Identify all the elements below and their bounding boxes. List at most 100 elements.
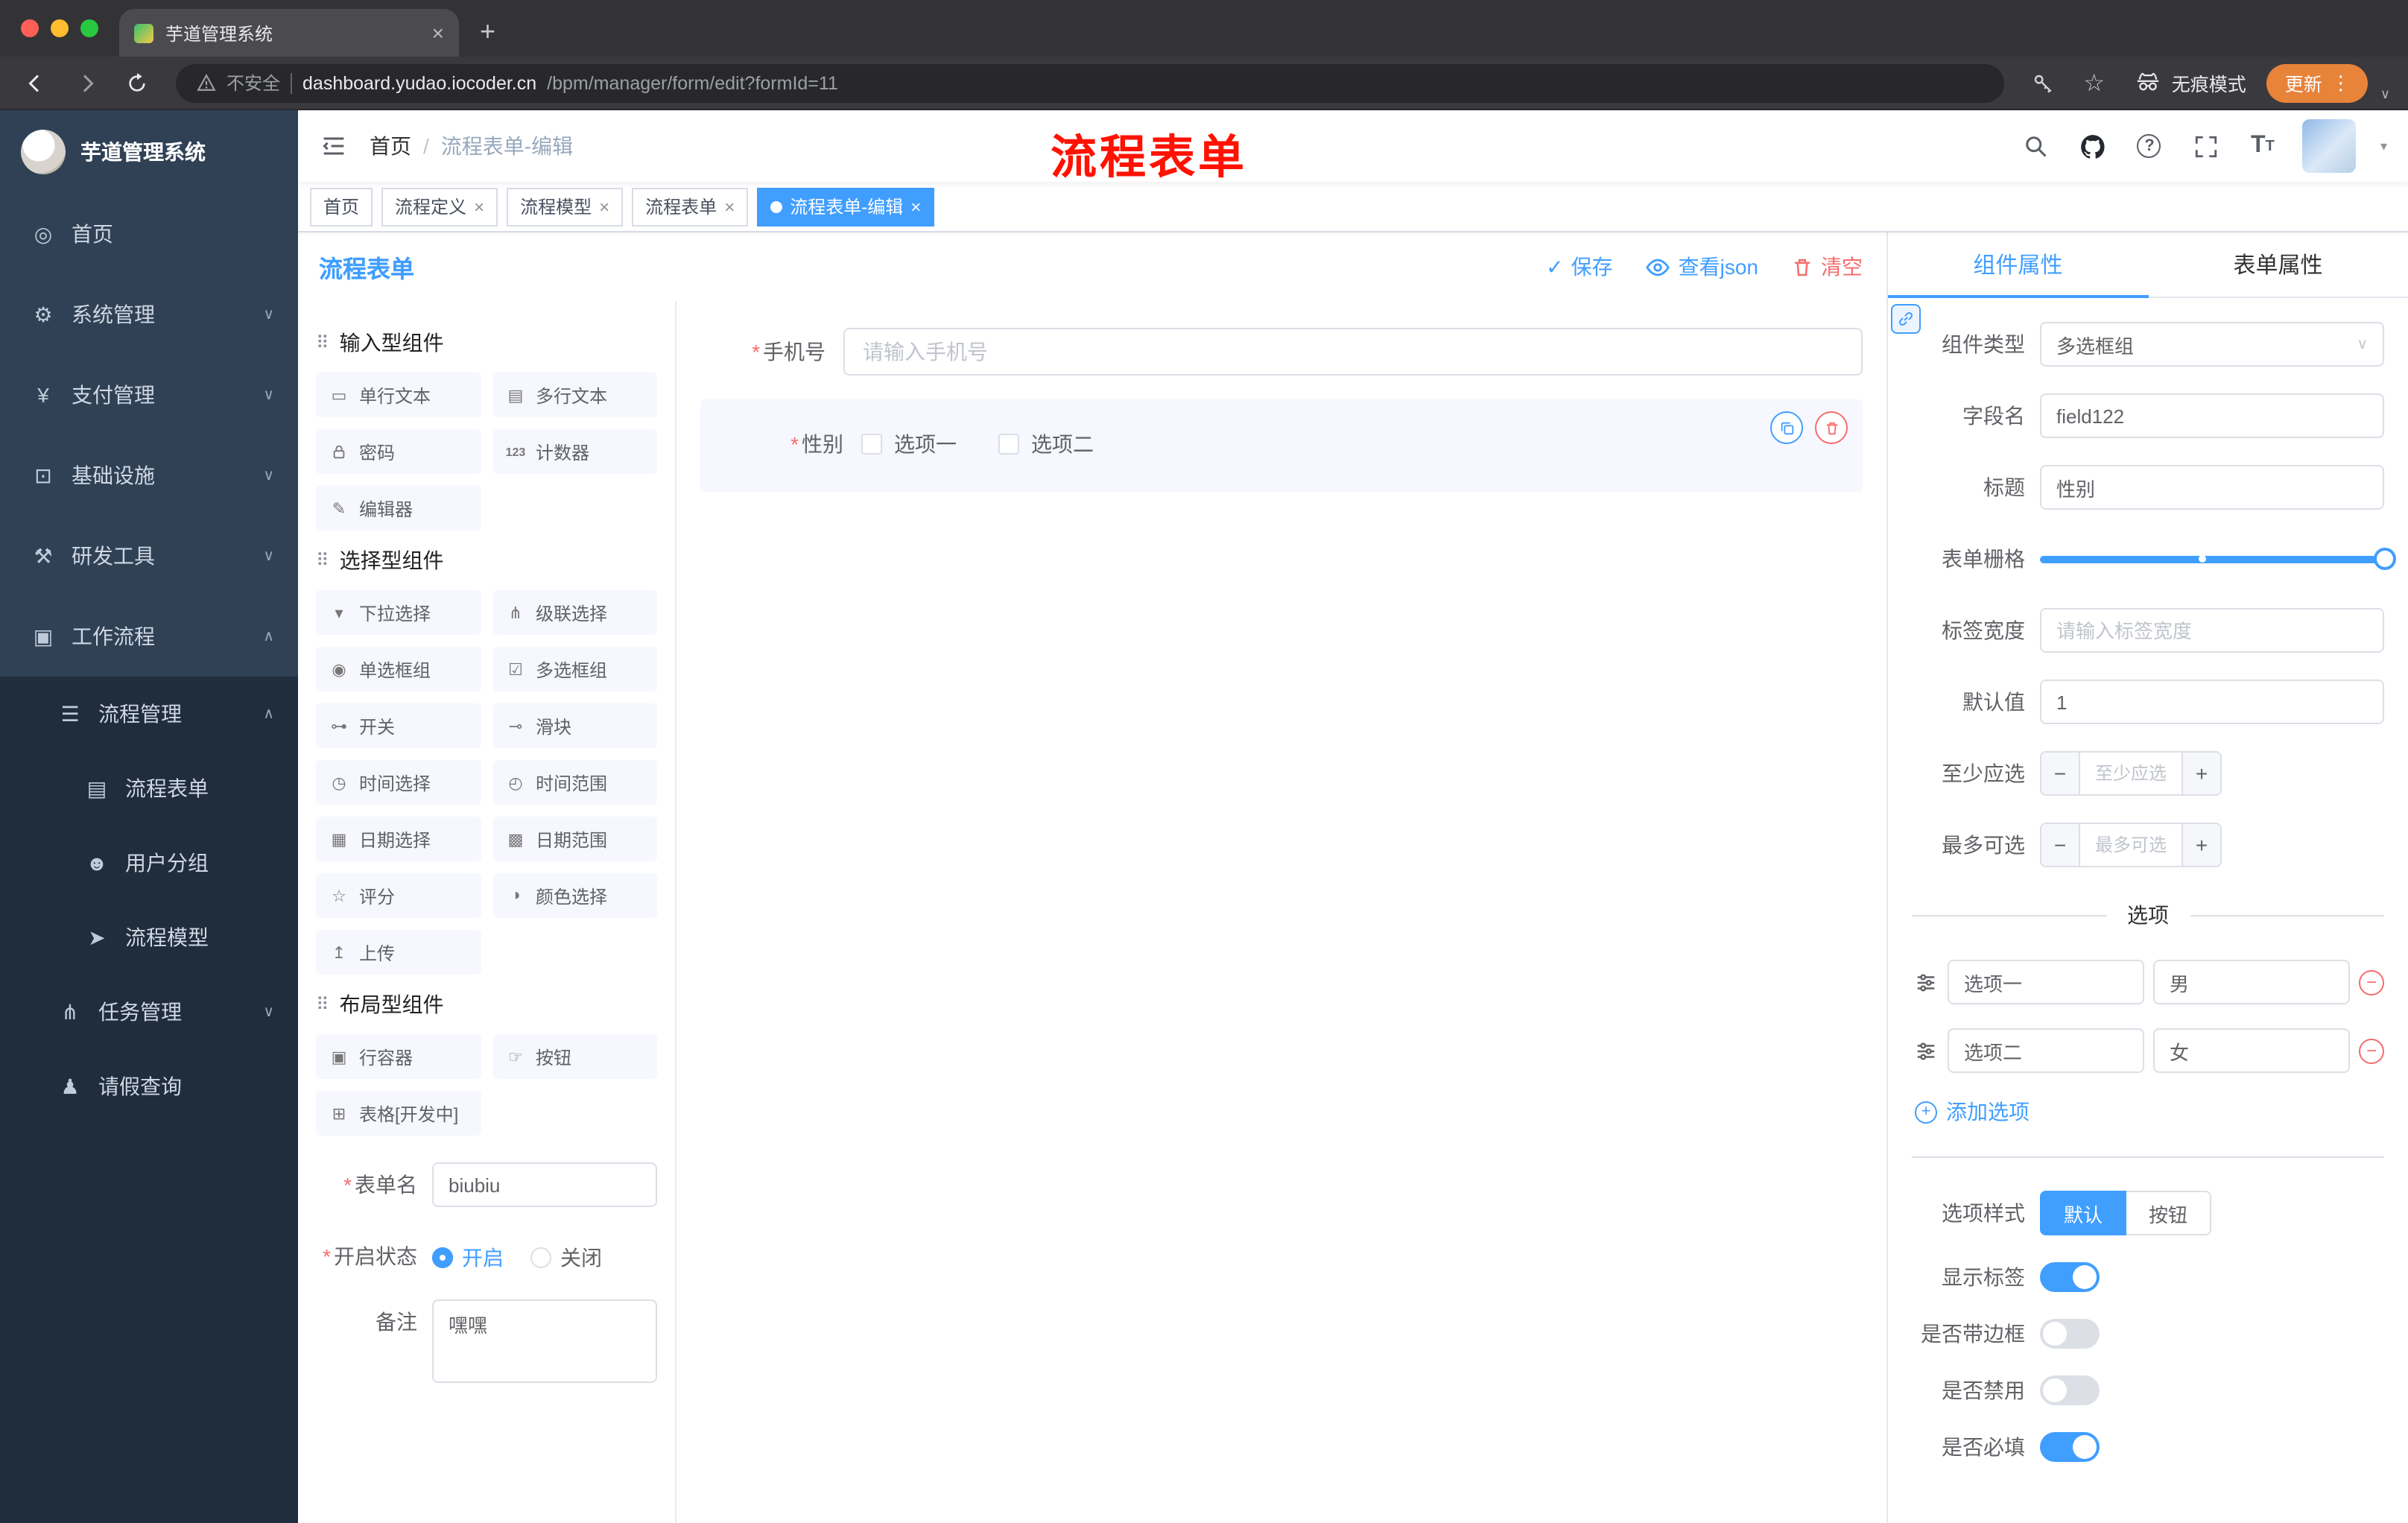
option-label-input[interactable] [1948, 960, 2144, 1004]
tag-close-icon[interactable]: × [474, 196, 484, 217]
tab-component-props[interactable]: 组件属性 [1888, 232, 2148, 298]
component-item-checkbox-group[interactable]: ☑ 多选框组 [492, 647, 657, 691]
breadcrumb-home[interactable]: 首页 [370, 131, 411, 161]
window-zoom-button[interactable] [80, 19, 98, 37]
tab-form-props[interactable]: 表单属性 [2148, 232, 2408, 297]
component-item-table[interactable]: ⊞ 表格[开发中] [316, 1091, 481, 1136]
sidebar-logo[interactable]: 芋道管理系统 [0, 110, 298, 194]
component-item-color-picker[interactable]: ◑ 颜色选择 [492, 873, 657, 918]
max-select-input[interactable] [2080, 824, 2182, 866]
sidebar-item-leave-query[interactable]: ♟ 请假查询 [0, 1049, 298, 1124]
github-icon[interactable] [2076, 130, 2109, 162]
drag-handle-icon[interactable] [1912, 1039, 1939, 1062]
sidebar-item-task-management[interactable]: ⋔ 任务管理 ∨ [0, 975, 298, 1049]
component-item-date-picker[interactable]: ▦ 日期选择 [316, 817, 481, 861]
avatar[interactable] [2302, 119, 2357, 173]
reload-button[interactable] [116, 62, 158, 104]
tag-process-model[interactable]: 流程模型 × [507, 187, 624, 226]
delete-field-button[interactable] [1815, 411, 1848, 444]
component-item-rate[interactable]: ☆ 评分 [316, 873, 481, 918]
address-bar[interactable]: 不安全 dashboard.yudao.iocoder.cn/bpm/manag… [176, 63, 2005, 102]
tab-close-icon[interactable]: × [432, 21, 444, 45]
increase-button[interactable]: + [2182, 824, 2220, 866]
sidebar-item-system-management[interactable]: ⚙ 系统管理 ∨ [0, 274, 298, 355]
component-item-single-line-text[interactable]: ▭ 单行文本 [316, 373, 481, 417]
window-close-button[interactable] [21, 19, 39, 37]
sidebar-item-process-form[interactable]: ▤ 流程表单 [0, 751, 298, 826]
component-type-select[interactable]: 多选框组 ∨ [2040, 322, 2384, 367]
component-item-multi-line-text[interactable]: ▤ 多行文本 [492, 373, 657, 417]
style-button-button[interactable]: 按钮 [2126, 1191, 2212, 1235]
remove-option-button[interactable]: − [2359, 1038, 2384, 1063]
sidebar-item-user-group[interactable]: ☻ 用户分组 [0, 826, 298, 900]
component-item-switch[interactable]: ⊶ 开关 [316, 703, 481, 748]
component-item-button[interactable]: ☞ 按钮 [492, 1034, 657, 1079]
decrease-button[interactable]: − [2041, 824, 2080, 866]
slider-handle[interactable] [2374, 548, 2396, 570]
view-json-button[interactable]: 查看json [1646, 252, 1758, 282]
copy-field-button[interactable] [1770, 411, 1803, 444]
tag-process-form[interactable]: 流程表单 × [632, 187, 749, 226]
component-item-date-range[interactable]: ▩ 日期范围 [492, 817, 657, 861]
default-value-input[interactable] [2040, 680, 2384, 724]
fullscreen-icon[interactable] [2190, 130, 2222, 162]
tag-close-icon[interactable]: × [910, 196, 921, 217]
remove-option-button[interactable]: − [2359, 969, 2384, 995]
font-size-icon[interactable]: TT [2246, 130, 2279, 162]
canvas-field-gender-selected[interactable]: * 性别 选项一 选项二 [700, 399, 1863, 492]
add-option-button[interactable]: + 添加选项 [1915, 1097, 2384, 1127]
disabled-toggle[interactable] [2040, 1375, 2100, 1405]
sidebar-item-infrastructure[interactable]: ⊡ 基础设施 ∨ [0, 435, 298, 516]
show-label-toggle[interactable] [2040, 1262, 2100, 1292]
tag-process-form-edit[interactable]: 流程表单-编辑 × [757, 187, 935, 226]
field-name-input[interactable] [2040, 393, 2384, 438]
component-item-time-range[interactable]: ◴ 时间范围 [492, 760, 657, 805]
label-width-input[interactable] [2040, 608, 2384, 653]
slider-track[interactable] [2040, 548, 2396, 570]
status-on-radio[interactable]: 开启 [432, 1243, 504, 1273]
decrease-button[interactable]: − [2041, 753, 2080, 794]
bookmark-star-icon[interactable]: ☆ [2073, 62, 2115, 104]
sidebar-item-payment-management[interactable]: ¥ 支付管理 ∨ [0, 355, 298, 435]
tag-close-icon[interactable]: × [724, 196, 735, 217]
gender-option1-checkbox[interactable]: 选项一 [861, 429, 957, 459]
border-toggle[interactable] [2040, 1319, 2100, 1349]
sidebar-toggle-button[interactable] [298, 131, 370, 161]
option-value-input[interactable] [2153, 960, 2350, 1004]
chevron-down-icon[interactable]: ∨ [2377, 86, 2393, 103]
required-toggle[interactable] [2040, 1432, 2100, 1462]
grid-slider[interactable] [2040, 536, 2396, 581]
sidebar-item-process-model[interactable]: ➤ 流程模型 [0, 900, 298, 975]
browser-tab[interactable]: 芋道管理系统 × [119, 9, 459, 57]
title-input[interactable] [2040, 465, 2384, 510]
component-item-editor[interactable]: ✎ 编辑器 [316, 486, 481, 531]
component-item-counter[interactable]: 123 计数器 [492, 429, 657, 474]
clear-button[interactable]: 清空 [1791, 252, 1863, 282]
help-icon[interactable]: ? [2133, 130, 2166, 162]
option-value-input[interactable] [2153, 1028, 2350, 1073]
component-item-time-picker[interactable]: ◷ 时间选择 [316, 760, 481, 805]
increase-button[interactable]: + [2182, 753, 2220, 794]
link-icon[interactable] [1891, 304, 1921, 334]
component-item-slider[interactable]: ⊸ 滑块 [492, 703, 657, 748]
status-off-radio[interactable]: 关闭 [530, 1243, 602, 1273]
tag-home[interactable]: 首页 [310, 187, 373, 226]
menu-dots-icon[interactable]: ⋮ [2331, 71, 2351, 95]
gender-option2-checkbox[interactable]: 选项二 [998, 429, 1094, 459]
window-minimize-button[interactable] [51, 19, 69, 37]
sidebar-item-dev-tools[interactable]: ⚒ 研发工具 ∨ [0, 516, 298, 596]
component-item-radio-group[interactable]: ◉ 单选框组 [316, 647, 481, 691]
search-icon[interactable] [2020, 130, 2053, 162]
option-label-input[interactable] [1948, 1028, 2144, 1073]
update-browser-button[interactable]: 更新 ⋮ [2266, 63, 2369, 102]
forward-button[interactable] [66, 62, 107, 104]
phone-input[interactable] [843, 328, 1863, 376]
new-tab-button[interactable]: + [459, 16, 516, 57]
component-item-cascader[interactable]: ⋔ 级联选择 [492, 590, 657, 635]
password-key-icon[interactable] [2023, 62, 2065, 104]
min-select-input[interactable] [2080, 753, 2182, 794]
sidebar-item-workflow[interactable]: ▣ 工作流程 ∧ [0, 596, 298, 677]
style-default-button[interactable]: 默认 [2040, 1191, 2127, 1235]
sidebar-item-home[interactable]: ◎ 首页 [0, 194, 298, 274]
back-button[interactable] [15, 62, 57, 104]
